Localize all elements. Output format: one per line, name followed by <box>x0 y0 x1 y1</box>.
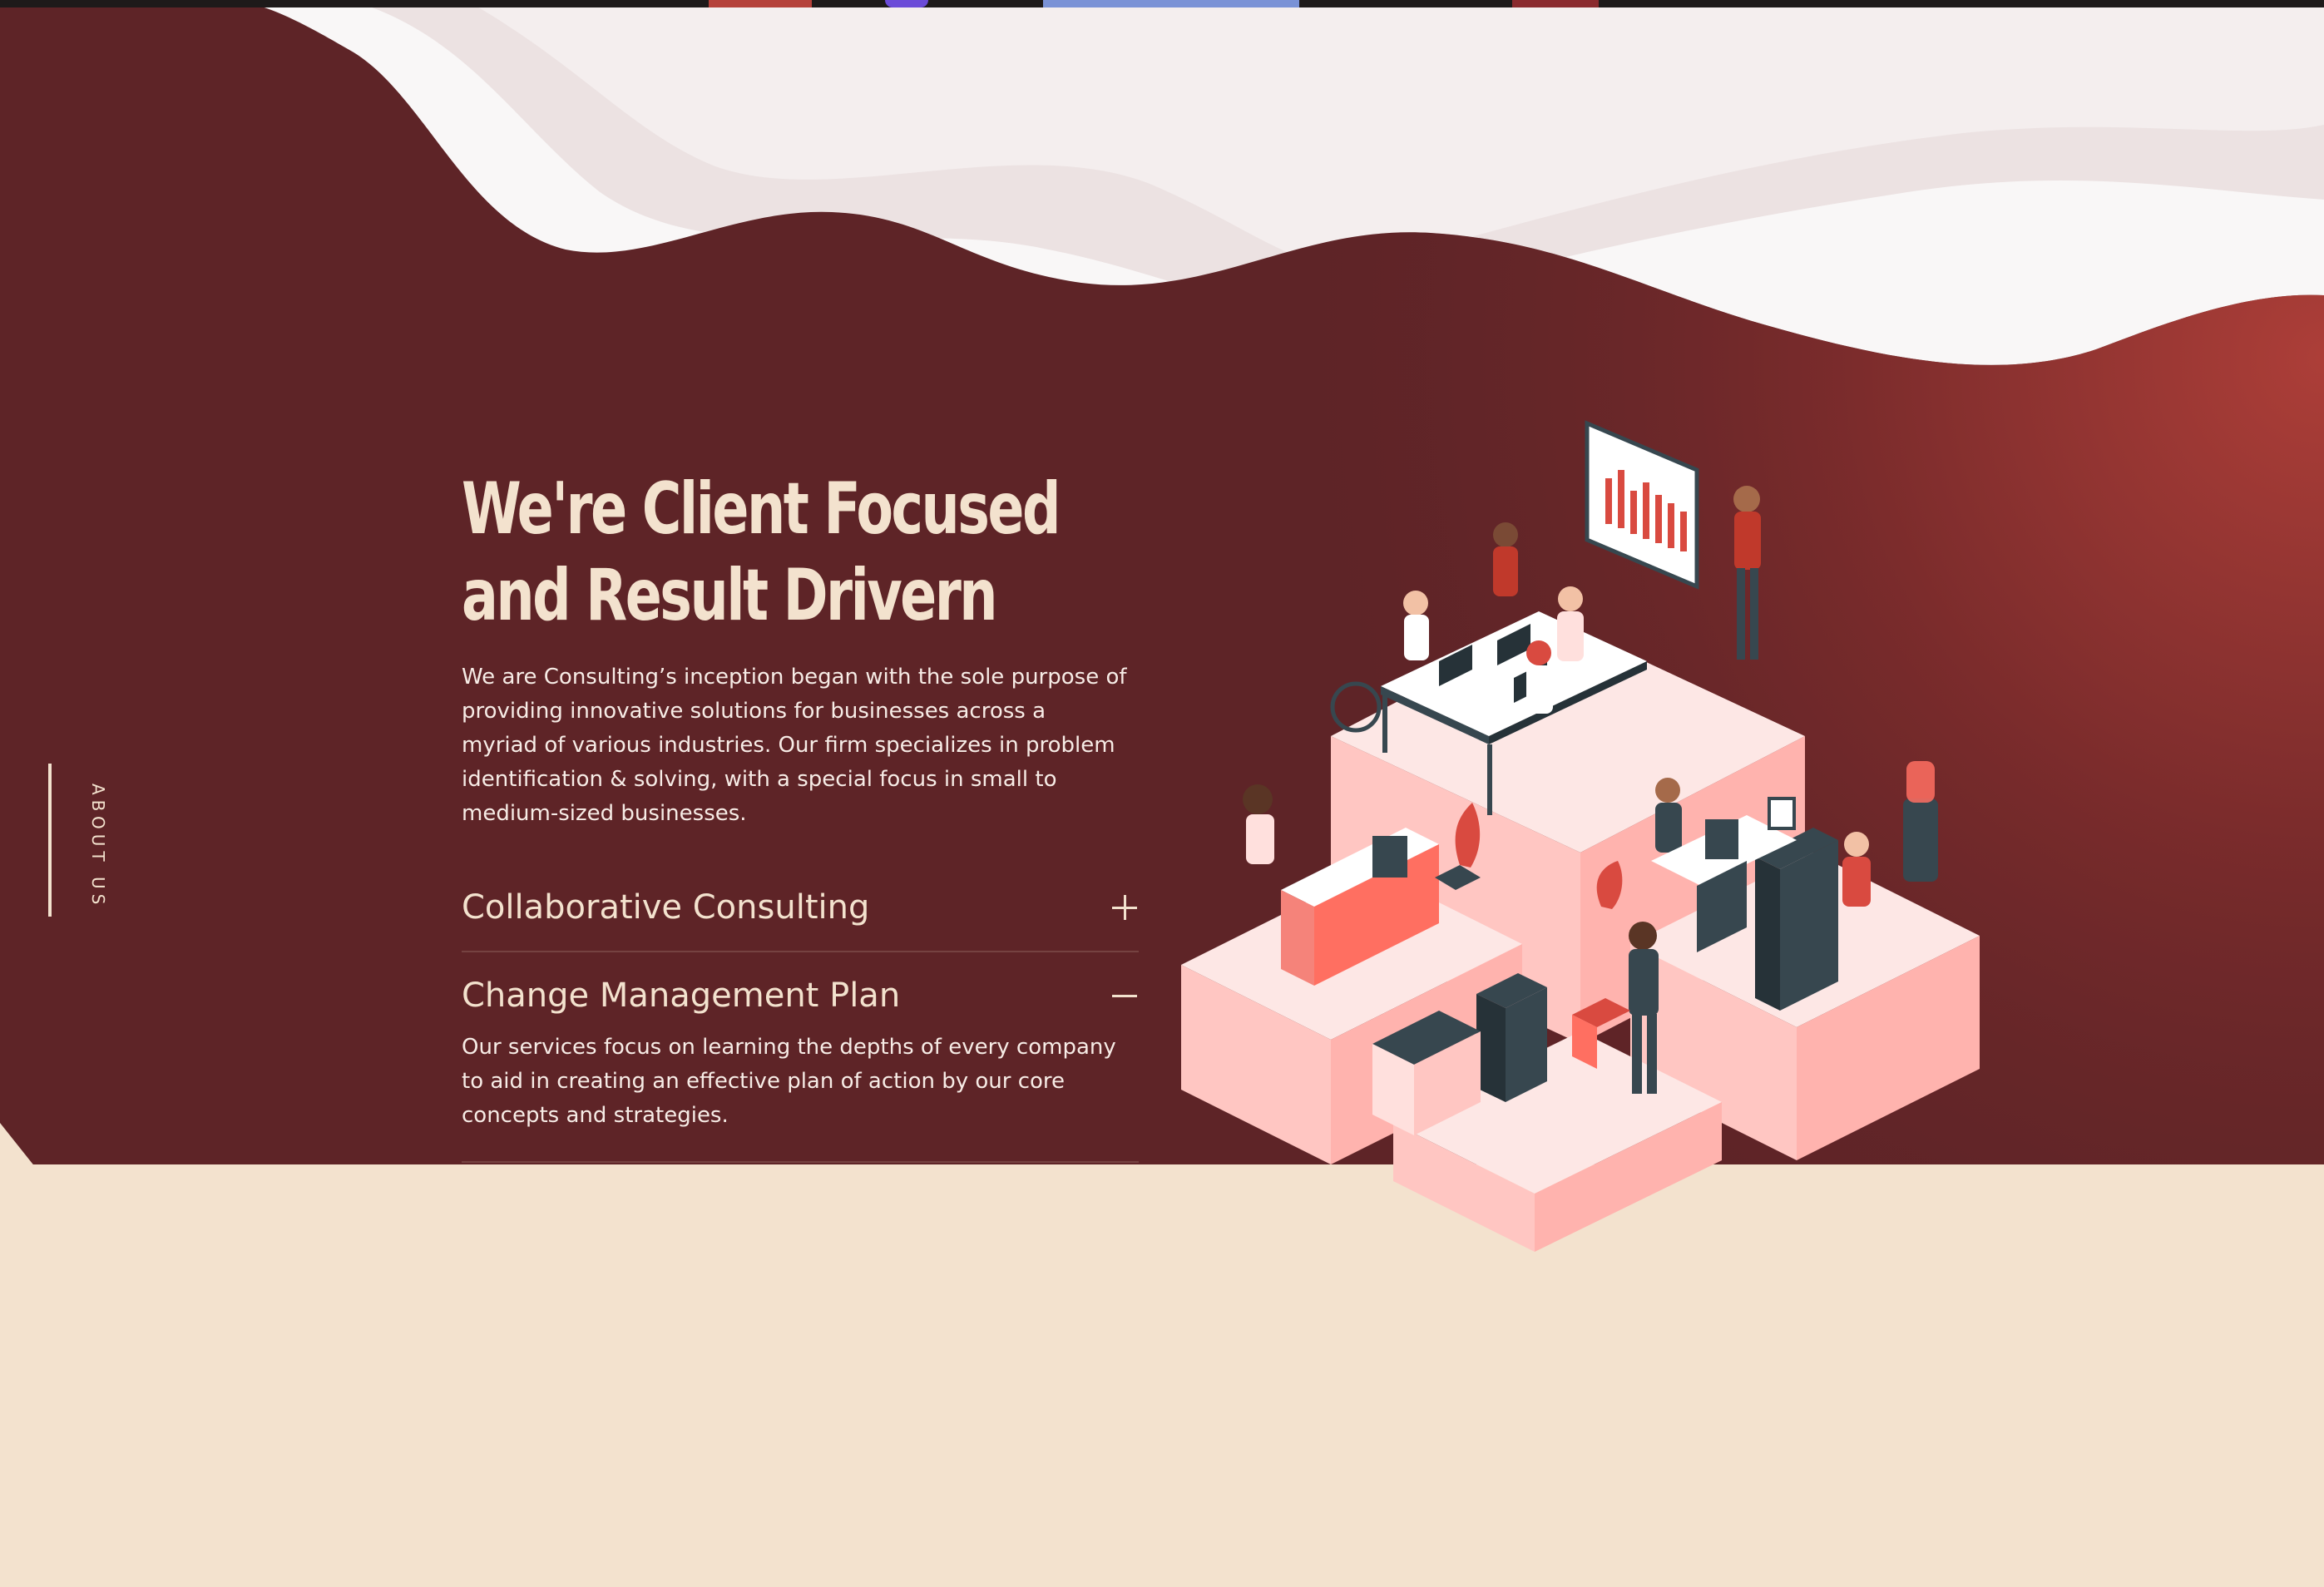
nav-button-fragment[interactable] <box>1512 0 1599 7</box>
about-content: We're Client Focused and Result Drivern … <box>462 466 1144 1249</box>
plus-icon[interactable] <box>1112 895 1137 920</box>
accordion-header-change-management-plan[interactable]: Change Management Plan <box>462 952 1139 1039</box>
nav-icon-fragment <box>885 0 928 7</box>
accordion: Collaborative Consulting Change Manageme… <box>462 864 1139 1249</box>
accordion-item-tracking-the-outcomes: Tracking the Outcomes <box>462 1163 1139 1249</box>
accordion-title: Collaborative Consulting <box>462 888 870 927</box>
section-label-line <box>48 764 52 917</box>
accordion-body: Our services focus on learning the depth… <box>462 1035 1116 1128</box>
section-label-text: ABOUT US <box>88 784 108 910</box>
accordion-title: Change Management Plan <box>462 976 901 1015</box>
office-team-illustration <box>1181 420 1980 1252</box>
nav-search-fragment[interactable] <box>1043 0 1299 7</box>
accordion-header-collaborative-consulting[interactable]: Collaborative Consulting <box>462 864 1139 951</box>
headline-line-1: We're Client Focused <box>462 467 1061 551</box>
plus-icon[interactable] <box>1112 1194 1137 1219</box>
section-label-about-us: ABOUT US <box>48 764 108 917</box>
presentation-board <box>1585 420 1699 590</box>
accordion-header-tracking-the-outcomes[interactable]: Tracking the Outcomes <box>462 1163 1139 1249</box>
accordion-title: Tracking the Outcomes <box>462 1187 845 1225</box>
accordion-item-change-management-plan: Change Management Plan Our services focu… <box>462 952 1139 1163</box>
minus-icon[interactable] <box>1112 983 1137 1008</box>
headline-line-2: and Result Drivern <box>462 554 998 637</box>
accordion-item-collaborative-consulting: Collaborative Consulting <box>462 864 1139 952</box>
intro-paragraph: We are Consulting’s inception began with… <box>462 665 1127 826</box>
nav-logo-fragment <box>709 0 812 7</box>
page-title: We're Client Focused and Result Drivern <box>462 466 1146 639</box>
top-nav-strip <box>0 0 2324 7</box>
